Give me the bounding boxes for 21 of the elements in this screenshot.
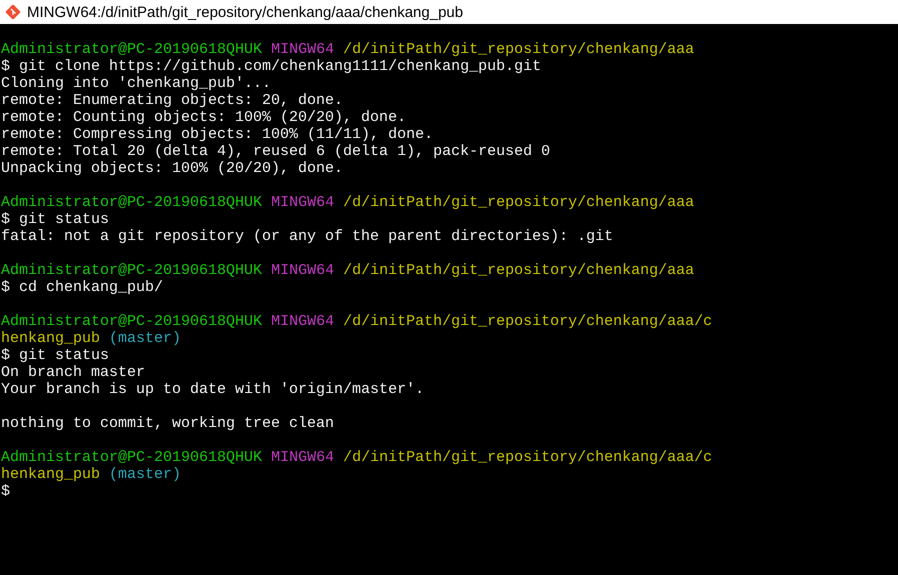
output-line: fatal: not a git repository (or any of the parent directories): .git	[1, 228, 614, 245]
output-line: remote: Total 20 (delta 4), reused 6 (delta 1), pack-reused 0	[1, 143, 550, 160]
output-line: Cloning into 'chenkang_pub'...	[1, 75, 272, 92]
shell-prompt: Administrator@PC-20190618QHUK MINGW64 /d/initPath/git_repository/chenkang/aaa/chenkang_pub (master)	[1, 313, 714, 347]
output-line: remote: Compressing objects: 100% (11/11), done.	[1, 126, 434, 143]
output-line: Unpacking objects: 100% (20/20), done.	[1, 160, 344, 177]
command-line: $ cd chenkang_pub/	[1, 279, 164, 296]
output-line: Your branch is up to date with 'origin/master'.	[1, 381, 424, 398]
command-line: $ git status	[1, 211, 110, 228]
shell-prompt: Administrator@PC-20190618QHUK MINGW64 /d/initPath/git_repository/chenkang/aaa	[1, 194, 696, 211]
window-title: MINGW64:/d/initPath/git_repository/chenkang/aaa/chenkang_pub	[27, 4, 464, 20]
output-line: remote: Counting objects: 100% (20/20), done.	[1, 109, 406, 126]
shell-prompt: Administrator@PC-20190618QHUK MINGW64 /d/initPath/git_repository/chenkang/aaa	[1, 262, 696, 279]
command-line: $ git clone https://github.com/chenkang1111/chenkang_pub.git	[1, 58, 542, 75]
shell-prompt: Administrator@PC-20190618QHUK MINGW64 /d/initPath/git_repository/chenkang/aaa/chenkang_pub (master)	[1, 449, 714, 483]
output-line: nothing to commit, working tree clean	[1, 415, 334, 432]
command-line: $	[1, 483, 10, 500]
output-line: On branch master	[1, 364, 146, 381]
command-line: $ git status	[1, 347, 110, 364]
output-line: remote: Enumerating objects: 20, done.	[1, 92, 344, 109]
shell-prompt: Administrator@PC-20190618QHUK MINGW64 /d/initPath/git_repository/chenkang/aaa	[1, 41, 696, 58]
